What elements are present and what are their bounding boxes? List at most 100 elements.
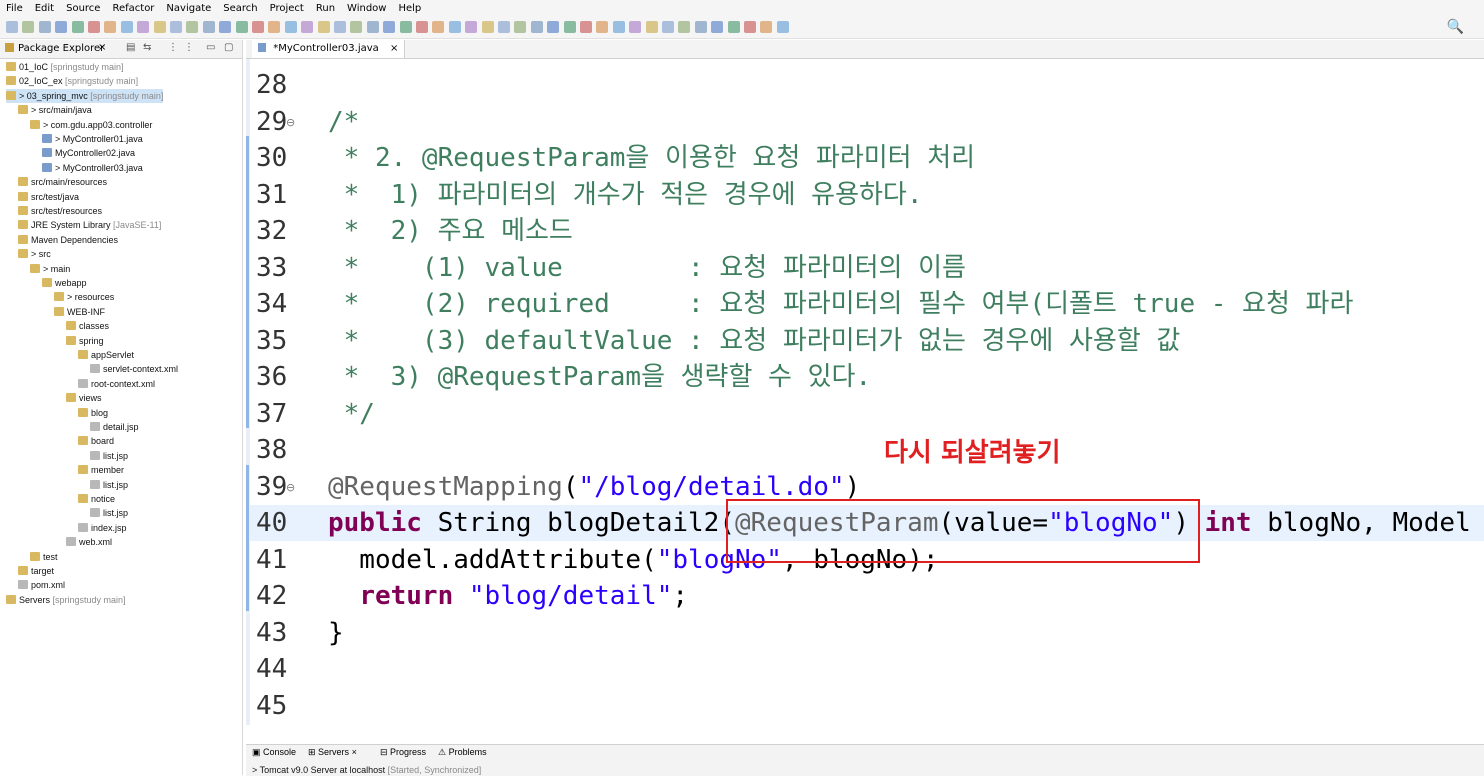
tree-item[interactable]: > MyController03.java (42, 161, 143, 175)
tree-item[interactable]: > resources (54, 290, 114, 304)
tree-item[interactable]: classes (66, 319, 109, 333)
toolbar-button-icon[interactable] (399, 21, 412, 33)
tree-item[interactable]: pom.xml (18, 578, 65, 592)
toolbar-button-icon[interactable] (760, 21, 773, 33)
close-icon[interactable]: × (390, 43, 398, 54)
tree-item[interactable]: > 03_spring_mvc [springstudy main] (6, 88, 164, 103)
toolbar-button-icon[interactable] (694, 21, 707, 33)
toolbar-button-icon[interactable] (514, 21, 527, 33)
menu-item-navigate[interactable]: Navigate (160, 3, 217, 14)
tree-item[interactable]: appServlet (78, 348, 134, 362)
toolbar-button-icon[interactable] (252, 21, 264, 33)
tree-item[interactable]: > com.gdu.app03.controller (30, 118, 152, 132)
tree-item[interactable]: web.xml (66, 535, 112, 549)
toolbar-button-icon[interactable] (481, 21, 494, 33)
toolbar-button-icon[interactable] (334, 21, 346, 33)
fold-icon[interactable]: ⊖ (286, 481, 295, 494)
collapse-all-icon[interactable]: ▤ (126, 42, 135, 53)
toolbar-button-icon[interactable] (498, 21, 510, 33)
toolbar-button-icon[interactable] (88, 21, 100, 33)
toolbar-button-icon[interactable] (662, 21, 674, 33)
toolbar-button-icon[interactable] (202, 21, 215, 33)
toolbar-button-icon[interactable] (612, 21, 625, 33)
tree-item[interactable]: Maven Dependencies (18, 233, 118, 247)
tree-item[interactable]: Servers [springstudy main] (6, 593, 126, 607)
tab-problems[interactable]: ⚠ Problems (438, 747, 487, 758)
menu-item-edit[interactable]: Edit (29, 3, 60, 14)
toolbar-button-icon[interactable] (153, 21, 166, 33)
tree-item[interactable]: servlet-context.xml (90, 362, 178, 376)
tree-item[interactable]: index.jsp (78, 521, 127, 535)
tree-item[interactable]: > main (30, 262, 70, 276)
tree-item[interactable]: webapp (42, 276, 87, 290)
toolbar-button-icon[interactable] (120, 21, 133, 33)
tree-item[interactable]: MyController02.java (42, 146, 135, 160)
tree-item[interactable]: notice (78, 492, 115, 506)
fold-icon[interactable]: ⊖ (286, 116, 295, 129)
toolbar-button-icon[interactable] (629, 21, 642, 33)
tree-item[interactable]: src/main/resources (18, 175, 107, 189)
code-line[interactable]: * (1) value : 요청 파라미터의 이름 (328, 250, 966, 287)
code-line[interactable]: * (3) defaultValue : 요청 파라미터가 없는 경우에 사용할… (328, 323, 1181, 360)
toolbar-button-icon[interactable] (6, 21, 18, 33)
toolbar-button-icon[interactable] (137, 21, 150, 33)
toolbar-button-icon[interactable] (366, 21, 379, 33)
toolbar-button-icon[interactable] (465, 21, 478, 33)
tree-item[interactable]: list.jsp (90, 506, 128, 520)
toolbar-button-icon[interactable] (301, 21, 314, 33)
tree-item[interactable]: > src/main/java (18, 103, 92, 117)
code-line[interactable]: return "blog/detail"; (328, 578, 688, 615)
code-line[interactable]: /* (328, 104, 359, 141)
code-line[interactable]: } (328, 615, 344, 652)
toolbar-button-icon[interactable] (580, 21, 592, 33)
filter-icon[interactable]: ⋮ (168, 42, 178, 53)
toolbar-button-icon[interactable] (416, 21, 428, 33)
toolbar-button-icon[interactable] (284, 21, 297, 33)
tree-item[interactable]: target (18, 564, 54, 578)
toolbar-button-icon[interactable] (530, 21, 543, 33)
tree-item[interactable]: blog (78, 406, 108, 420)
menu-item-refactor[interactable]: Refactor (106, 3, 160, 14)
link-editor-icon[interactable]: ⇆ (143, 42, 151, 53)
code-line[interactable]: * 2) 주요 메소드 (328, 213, 573, 250)
menu-item-project[interactable]: Project (264, 3, 310, 14)
tab-progress[interactable]: ⊟ Progress (380, 747, 426, 758)
tree-item[interactable]: detail.jsp (90, 420, 139, 434)
tree-item[interactable]: 01_IoC [springstudy main] (6, 60, 124, 74)
code-editor[interactable]: 28 29 ⊖/* 30 * 2. @RequestParam을 이용한 요청 파라미… (246, 59, 1484, 725)
toolbar-button-icon[interactable] (678, 21, 691, 33)
toolbar-button-icon[interactable] (104, 21, 117, 33)
toolbar-button-icon[interactable] (55, 21, 68, 33)
tree-item[interactable]: views (66, 391, 102, 405)
server-row[interactable]: > Tomcat v9.0 Server at localhost [Start… (252, 765, 481, 775)
close-icon[interactable]: × (98, 42, 106, 53)
code-line[interactable]: * (2) required : 요청 파라미터의 필수 여부(디폴트 true… (328, 286, 1354, 323)
code-line[interactable]: * 3) @RequestParam을 생략할 수 있다. (328, 359, 871, 396)
toolbar-button-icon[interactable] (645, 21, 658, 33)
toolbar-button-icon[interactable] (38, 21, 51, 33)
menu-item-window[interactable]: Window (341, 3, 392, 14)
toolbar-button-icon[interactable] (432, 21, 445, 33)
toolbar-button-icon[interactable] (71, 21, 84, 33)
toolbar-button-icon[interactable] (268, 21, 281, 33)
menu-item-search[interactable]: Search (217, 3, 263, 14)
tree-item[interactable]: src/test/resources (18, 204, 102, 218)
toolbar-button-icon[interactable] (170, 21, 182, 33)
search-icon[interactable]: 🔍 (1447, 19, 1464, 35)
menu-item-source[interactable]: Source (60, 3, 106, 14)
menu-item-file[interactable]: File (0, 3, 29, 14)
maximize-icon[interactable]: ▢ (224, 42, 233, 53)
toolbar-button-icon[interactable] (776, 21, 789, 33)
tree-item[interactable]: test (30, 550, 58, 564)
tree-item[interactable]: board (78, 434, 114, 448)
toolbar-button-icon[interactable] (448, 21, 461, 33)
toolbar-button-icon[interactable] (727, 21, 740, 33)
tree-item[interactable]: WEB-INF (54, 305, 105, 319)
tree-item[interactable]: > src (18, 247, 51, 261)
tree-item[interactable]: > MyController01.java (42, 132, 143, 146)
tree-item[interactable]: member (78, 463, 124, 477)
tree-item[interactable]: src/test/java (18, 190, 79, 204)
menu-item-run[interactable]: Run (310, 3, 341, 14)
toolbar-button-icon[interactable] (22, 21, 35, 33)
menu-item-help[interactable]: Help (392, 3, 427, 14)
